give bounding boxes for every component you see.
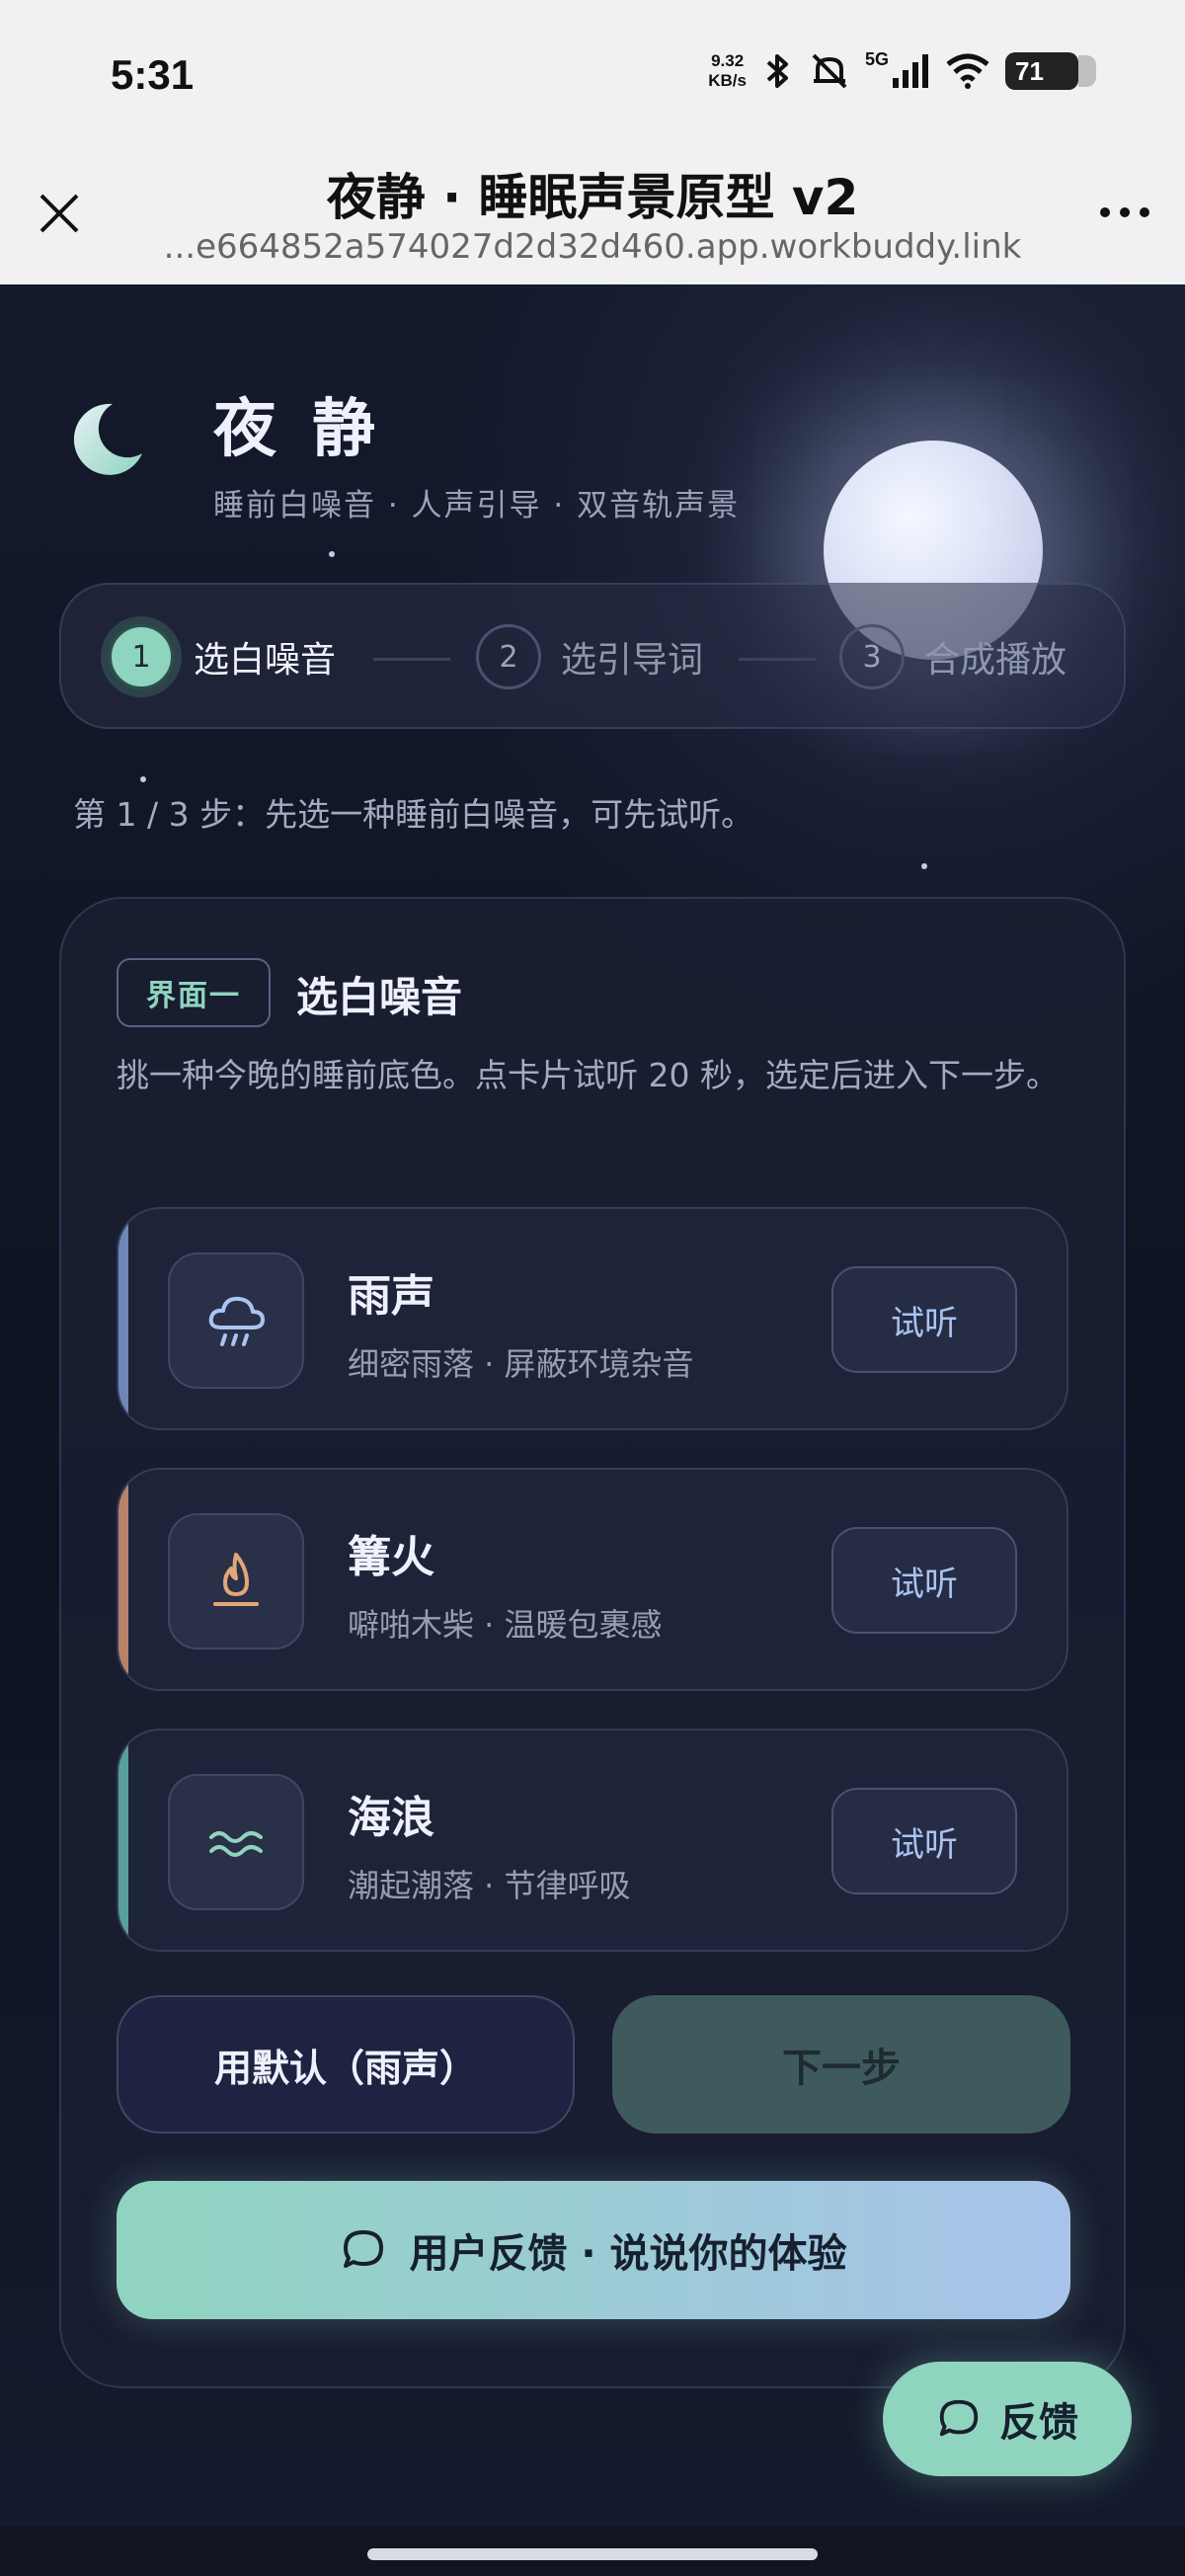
card-title: 选白噪音 (296, 973, 463, 1021)
waves-icon (209, 1831, 263, 1857)
option-name: 雨声 (348, 1271, 434, 1322)
step-connector (739, 658, 816, 661)
option-rain[interactable]: 雨声 细密雨落 · 屏蔽环境杂音 试听 (117, 1207, 1068, 1430)
brand-title: 夜静 (213, 393, 411, 466)
preview-button[interactable]: 试听 (831, 1527, 1017, 1634)
option-name: 篝火 (348, 1532, 434, 1582)
option-icon-box (168, 1774, 304, 1910)
option-accent (118, 1470, 128, 1689)
status-icons: 9.32 KB/s 5G 71 (708, 48, 1096, 91)
bluetooth-icon (766, 54, 788, 88)
step-3[interactable]: 3 合成播放 (839, 624, 1066, 689)
crescent-moon-icon (73, 403, 142, 475)
step-2[interactable]: 2 选引导词 (476, 624, 703, 689)
battery-level: 71 (1015, 55, 1044, 86)
status-time: 5:31 (111, 51, 195, 98)
status-bar: 5:31 9.32 KB/s 5G 71 (0, 0, 1185, 148)
option-description: 噼啪木柴 · 温暖包裹感 (348, 1606, 663, 1644)
brand-subtitle: 睡前白噪音 · 人声引导 · 双音轨声景 (213, 488, 741, 523)
rain-cloud-icon (208, 1296, 265, 1346)
screen-tag: 界面一 (117, 958, 271, 1027)
preview-button[interactable]: 试听 (831, 1788, 1017, 1894)
speed-unit: KB/s (708, 71, 747, 90)
use-default-button[interactable]: 用默认（雨声） (117, 1995, 575, 2133)
battery-indicator: 71 (1005, 52, 1096, 90)
next-step-button[interactable]: 下一步 (612, 1995, 1070, 2133)
more-dot (1140, 207, 1149, 217)
option-description: 潮起潮落 · 节律呼吸 (348, 1867, 631, 1904)
option-icon-box (168, 1513, 304, 1650)
star-decoration (329, 551, 335, 557)
chat-bubble-icon (939, 2399, 979, 2437)
home-indicator[interactable] (367, 2548, 818, 2560)
progress-stepper: 1 选白噪音 2 选引导词 3 合成播放 (59, 583, 1126, 729)
option-waves[interactable]: 海浪 潮起潮落 · 节律呼吸 试听 (117, 1729, 1068, 1952)
noise-selection-card: 界面一 选白噪音 挑一种今晚的睡前底色。点卡片试听 20 秒，选定后进入下一步。… (59, 897, 1126, 2388)
step-1[interactable]: 1 选白噪音 (109, 624, 336, 689)
option-accent (118, 1209, 128, 1428)
step-label: 选引导词 (561, 640, 704, 681)
more-options-button[interactable] (1100, 207, 1149, 217)
signal-icon (893, 54, 928, 88)
page-title: 夜静 · 睡眠声景原型 v2 (326, 169, 859, 226)
floating-feedback-button[interactable]: 反馈 (883, 2362, 1132, 2476)
campfire-icon (213, 1553, 259, 1606)
more-dot (1100, 207, 1110, 217)
option-icon-box (168, 1252, 304, 1389)
step-label: 合成播放 (924, 640, 1067, 681)
step-number: 3 (839, 624, 905, 689)
step-connector (373, 658, 450, 661)
app-content: 夜静 睡前白噪音 · 人声引导 · 双音轨声景 1 选白噪音 2 选引导词 3 … (0, 284, 1185, 2576)
floating-feedback-label: 反馈 (999, 2400, 1078, 2446)
step-number: 1 (109, 624, 174, 689)
more-dot (1120, 207, 1130, 217)
page-url: ...e664852a574027d2d32d460.app.workbuddy… (163, 227, 1022, 267)
star-decoration (140, 776, 146, 782)
star-decoration (921, 863, 927, 869)
mute-icon (812, 53, 847, 89)
step-label: 选白噪音 (194, 640, 337, 681)
chat-bubble-icon (344, 2230, 384, 2268)
option-description: 细密雨落 · 屏蔽环境杂音 (348, 1345, 694, 1383)
browser-title-bar: 夜静 · 睡眠声景原型 v2 ...e664852a574027d2d32d46… (0, 148, 1185, 284)
option-name: 海浪 (348, 1793, 434, 1843)
card-description: 挑一种今晚的睡前底色。点卡片试听 20 秒，选定后进入下一步。 (117, 1056, 1059, 1094)
speed-value: 9.32 (711, 51, 745, 70)
preview-button[interactable]: 试听 (831, 1266, 1017, 1373)
option-accent (118, 1731, 128, 1950)
network-type: 5G (864, 48, 889, 69)
user-feedback-button[interactable]: 用户反馈 · 说说你的体验 (117, 2181, 1070, 2319)
network-speed: 9.32 KB/s (708, 51, 747, 91)
user-feedback-label: 用户反馈 · 说说你的体验 (409, 2231, 847, 2277)
wifi-icon (946, 53, 989, 89)
option-campfire[interactable]: 篝火 噼啪木柴 · 温暖包裹感 试听 (117, 1468, 1068, 1691)
step-hint: 第 1 / 3 步：先选一种睡前白噪音，可先试听。 (73, 795, 754, 834)
step-number: 2 (476, 624, 541, 689)
